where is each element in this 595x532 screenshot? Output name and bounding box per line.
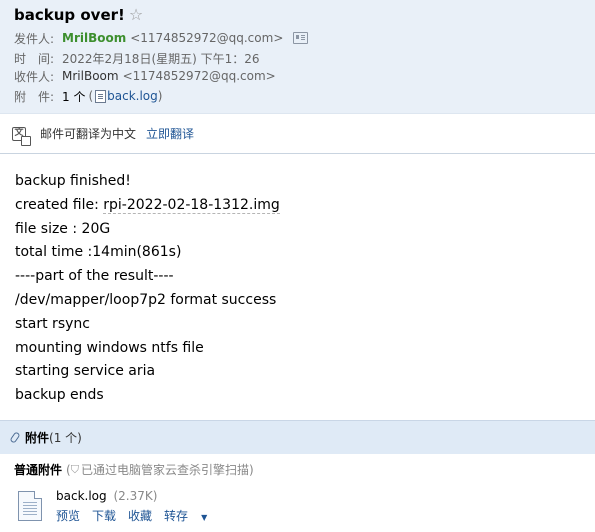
body-line: /dev/mapper/loop7p2 format success <box>15 291 277 308</box>
translate-icon: 文 <box>12 126 31 146</box>
attachments-title: 附件 <box>25 431 50 445</box>
subject-row: backup over! ☆ <box>14 5 143 25</box>
body-line: backup finished! <box>15 173 131 189</box>
contact-card-icon[interactable] <box>293 32 309 44</box>
attachment-section-row: 普通附件 ( ⛉ 已通过电脑管家云查杀引擎扫描 ) <box>14 461 254 478</box>
recipient-email: <1174852972@qq.com> <box>122 69 276 83</box>
sender-email: <1174852972@qq.com> <box>130 31 284 45</box>
body-line: start rsync <box>15 315 90 332</box>
translate-prompt: 邮件可翻译为中文 <box>40 127 137 141</box>
shield-icon: ⛉ <box>70 462 79 476</box>
attachment-row: 附 件: 1 个 ( back.log ) <box>14 87 162 105</box>
sender-name[interactable]: MrilBoom <box>62 31 126 45</box>
forward-label: 转存 <box>164 509 189 523</box>
time-value: 2022年2月18日(星期五) 下午1：26 <box>62 51 260 66</box>
attachment-label: 附 件: <box>14 89 55 104</box>
attachment-link[interactable]: back.log <box>107 89 158 103</box>
body-line: file size : 20G <box>15 220 111 237</box>
attachment-file-name[interactable]: back.log <box>56 489 107 503</box>
file-actions: 预览 下载 收藏 转存 ▼ <box>56 507 231 524</box>
document-icon <box>95 89 107 103</box>
save-link[interactable]: 收藏 <box>128 507 152 524</box>
email-body: backup finished! created file: rpi-2022-… <box>15 170 585 408</box>
body-line: backup ends <box>15 387 104 404</box>
from-row: 发件人: MrilBoom <1174852972@qq.com> <box>14 29 309 47</box>
created-file-label: created file: <box>15 196 104 213</box>
body-line: total time :14min(861s) <box>15 244 182 261</box>
paperclip-icon <box>9 431 21 444</box>
attachment-open-paren: ( <box>88 89 94 103</box>
chevron-down-icon: ▼ <box>201 513 208 522</box>
file-icon[interactable] <box>18 491 42 521</box>
scan-note: 已通过电脑管家云查杀引擎扫描 <box>80 463 249 477</box>
to-row: 收件人: MrilBoom <1174852972@qq.com> <box>14 67 276 85</box>
translate-bar: 文 邮件可翻译为中文 立即翻译 <box>0 114 595 154</box>
file-name-row: back.log (2.37K) <box>56 489 157 503</box>
attachment-file-size: (2.37K) <box>113 489 158 503</box>
email-header: backup over! ☆ 发件人: MrilBoom <1174852972… <box>0 0 595 114</box>
attachments-title-bar: 附件 (1 个) <box>0 420 595 454</box>
created-file-name: rpi-2022-02-18-1312.img <box>103 196 280 214</box>
forward-dropdown[interactable]: 转存 ▼ <box>164 507 219 524</box>
to-label: 收件人: <box>14 69 55 84</box>
email-subject: backup over! <box>14 6 125 24</box>
attachments-panel: 附件 (1 个) 普通附件 ( ⛉ 已通过电脑管家云查杀引擎扫描 ) back.… <box>0 420 595 532</box>
recipient-name[interactable]: MrilBoom <box>62 69 119 83</box>
scan-close-paren: ) <box>248 462 254 477</box>
time-row: 时 间: 2022年2月18日(星期五) 下午1：26 <box>14 49 260 67</box>
body-line: ----part of the result---- <box>15 268 174 285</box>
attachment-count: 1 个 <box>62 89 86 104</box>
preview-link[interactable]: 预览 <box>56 507 80 524</box>
star-icon[interactable]: ☆ <box>129 7 143 23</box>
attachment-close-paren: ) <box>157 89 163 103</box>
body-line: starting service aria <box>15 363 156 380</box>
translate-now-link[interactable]: 立即翻译 <box>146 125 194 142</box>
body-line: mounting windows ntfs file <box>15 339 204 356</box>
time-label: 时 间: <box>14 51 55 66</box>
download-link[interactable]: 下载 <box>92 507 116 524</box>
attachment-section-title: 普通附件 <box>14 463 63 477</box>
from-label: 发件人: <box>14 31 55 46</box>
body-line: created file: rpi-2022-02-18-1312.img <box>15 194 585 218</box>
attachments-count: (1 个) <box>49 431 82 445</box>
